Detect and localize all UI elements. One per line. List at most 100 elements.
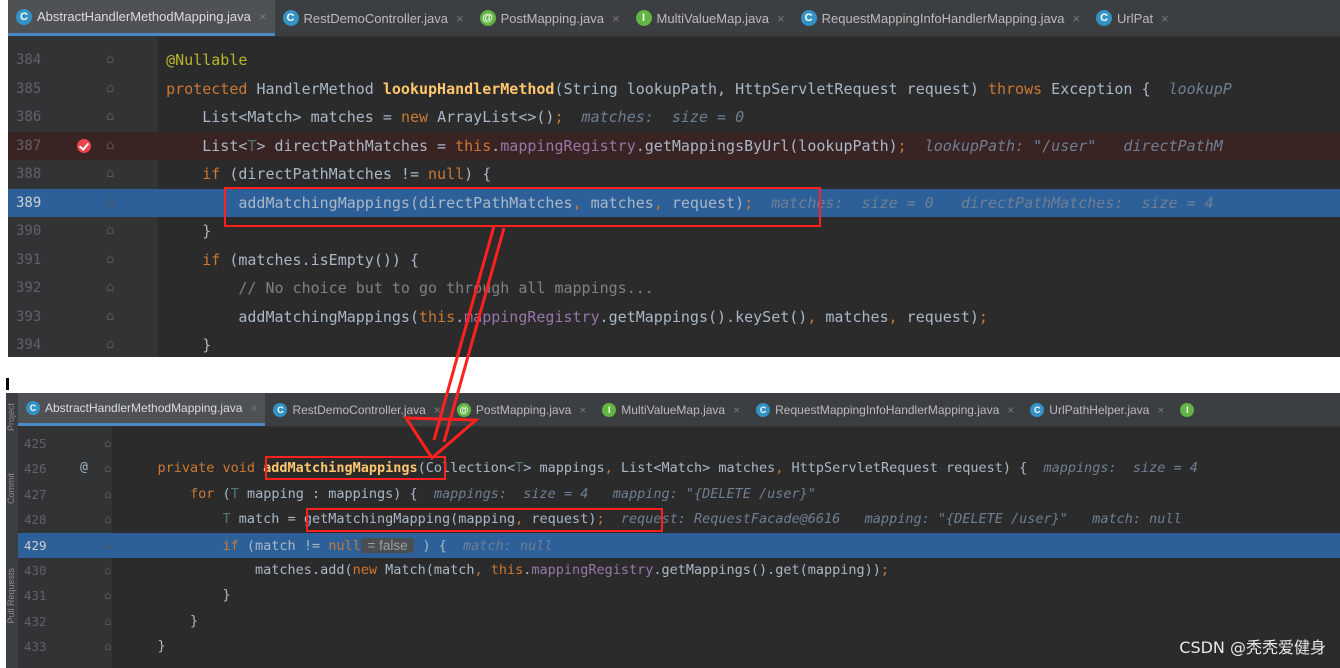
- line-number[interactable]: 432: [24, 609, 47, 634]
- line-number[interactable]: 430: [24, 558, 47, 583]
- fold-marker-icon[interactable]: ⌂: [104, 583, 111, 608]
- line-number[interactable]: 428: [24, 507, 47, 532]
- code-token: Exception {: [1051, 79, 1169, 98]
- file-type-icon: I: [602, 402, 617, 417]
- tab-overflow[interactable]: I: [1172, 393, 1207, 426]
- code-line[interactable]: 387 ⌂ List<T> directPathMatches = this.ma…: [8, 131, 1340, 161]
- code-token: }: [130, 222, 212, 240]
- tab-requestmappinginfohandlermapping[interactable]: C RequestMappingInfoHandlerMapping.java ×: [748, 393, 1022, 426]
- close-icon[interactable]: ×: [1157, 403, 1164, 417]
- fold-marker-icon[interactable]: ⌂: [104, 558, 111, 583]
- close-icon[interactable]: ×: [1161, 11, 1169, 26]
- code-token: }: [130, 336, 212, 354]
- fold-marker-icon[interactable]: ⌂: [106, 75, 114, 104]
- code-line[interactable]: 392 ⌂ // No choice but to go through all …: [8, 274, 1340, 303]
- fold-marker-icon[interactable]: ⌂: [104, 431, 111, 456]
- line-number[interactable]: 391: [16, 246, 41, 275]
- fold-marker-icon[interactable]: ⌂: [106, 132, 114, 161]
- tab-urlpathhelper[interactable]: C UrlPathHelper.java ×: [1022, 393, 1172, 426]
- line-number[interactable]: 384: [16, 46, 41, 75]
- code-line[interactable]: 394 ⌂ }: [8, 331, 1340, 357]
- close-icon[interactable]: ×: [259, 9, 267, 24]
- fold-marker-icon[interactable]: ⌂: [104, 533, 111, 558]
- code-line[interactable]: 425 ⌂: [18, 431, 1340, 456]
- fold-marker-icon[interactable]: ⌂: [104, 634, 111, 659]
- close-icon[interactable]: ×: [777, 11, 785, 26]
- fold-marker-icon[interactable]: ⌂: [106, 274, 114, 303]
- line-number[interactable]: 392: [16, 274, 41, 303]
- code-line[interactable]: 393 ⌂ addMatchingMappings(this.mappingReg…: [8, 303, 1340, 332]
- fold-marker-icon[interactable]: ⌂: [104, 482, 111, 507]
- fold-marker-icon[interactable]: ⌂: [106, 217, 114, 246]
- fold-marker-icon[interactable]: ⌂: [106, 46, 114, 75]
- line-number[interactable]: 434: [24, 660, 47, 668]
- fold-marker-icon[interactable]: ⌂: [104, 507, 111, 532]
- tab-abstracthandlermethodmapping[interactable]: C AbstractHandlerMethodMapping.java ×: [8, 0, 275, 36]
- code-line[interactable]: 390 ⌂ }: [8, 217, 1340, 246]
- close-icon[interactable]: ×: [733, 403, 740, 417]
- fold-marker-icon[interactable]: ⌂: [106, 103, 114, 132]
- close-icon[interactable]: ×: [456, 11, 464, 26]
- code-line[interactable]: 433 ⌂ }: [18, 634, 1340, 659]
- line-number[interactable]: 387: [16, 132, 41, 161]
- tool-window-label[interactable]: Commit: [6, 473, 18, 504]
- line-number[interactable]: 394: [16, 331, 41, 357]
- fold-marker-icon[interactable]: ⌂: [104, 609, 111, 634]
- line-number[interactable]: 426: [24, 456, 47, 481]
- line-number[interactable]: 431: [24, 583, 47, 608]
- close-icon[interactable]: ×: [434, 403, 441, 417]
- line-number[interactable]: 427: [24, 482, 47, 507]
- code-line[interactable]: 427 ⌂ for (T mapping : mappings) { mappin…: [18, 482, 1340, 507]
- line-number[interactable]: 433: [24, 634, 47, 659]
- tab-multivaluemap[interactable]: I MultiValueMap.java ×: [628, 0, 793, 36]
- fold-marker-icon[interactable]: ⌂: [106, 160, 114, 189]
- fold-marker-icon[interactable]: ⌂: [106, 246, 114, 275]
- tool-window-label[interactable]: Project: [6, 403, 18, 431]
- fold-marker-icon[interactable]: ⌂: [106, 331, 114, 357]
- close-icon[interactable]: ×: [1072, 11, 1080, 26]
- close-icon[interactable]: ×: [1007, 403, 1014, 417]
- code-line[interactable]: 434 ⌂: [18, 660, 1340, 668]
- code-line[interactable]: 384 ⌂ @Nullable: [8, 46, 1340, 75]
- debug-value-hint: matches: size = 0: [563, 108, 745, 126]
- override-marker-icon[interactable]: @: [80, 460, 88, 475]
- line-number[interactable]: 425: [24, 431, 47, 456]
- line-number[interactable]: 389: [16, 189, 41, 218]
- code-line[interactable]: 430 ⌂ matches.add(new Match(match, this.m…: [18, 558, 1340, 583]
- line-number[interactable]: 385: [16, 75, 41, 104]
- fold-marker-icon[interactable]: ⌂: [104, 456, 111, 481]
- code-token: HandlerMethod: [256, 79, 383, 98]
- fold-marker-icon[interactable]: ⌂: [104, 660, 111, 668]
- tab-abstracthandlermethodmapping[interactable]: C AbstractHandlerMethodMapping.java ×: [18, 393, 266, 426]
- tab-urlpat[interactable]: C UrlPat ×: [1088, 0, 1177, 36]
- tool-window-label[interactable]: Pull Requests: [6, 568, 18, 624]
- fold-marker-icon[interactable]: ⌂: [106, 189, 114, 218]
- breakpoint-icon[interactable]: [77, 138, 91, 153]
- line-number[interactable]: 429: [24, 533, 47, 558]
- code-line[interactable]: 386 ⌂ List<Match> matches = new ArrayList…: [8, 103, 1340, 132]
- tab-restdemocontroller[interactable]: C RestDemoController.java ×: [265, 393, 448, 426]
- code-line[interactable]: 431 ⌂ }: [18, 583, 1340, 608]
- code-token: ) {: [464, 165, 492, 183]
- tab-restdemocontroller[interactable]: C RestDemoController.java ×: [275, 0, 472, 36]
- code-line[interactable]: 388 ⌂ if (directPathMatches != null) {: [8, 160, 1340, 189]
- fold-marker-icon[interactable]: ⌂: [106, 303, 114, 332]
- line-number[interactable]: 386: [16, 103, 41, 132]
- tab-requestmappinginfohandlermapping[interactable]: C RequestMappingInfoHandlerMapping.java ×: [793, 0, 1088, 36]
- code-line[interactable]: 426 ⌂ private void addMatchingMappings(Co…: [18, 456, 1340, 481]
- code-line[interactable]: 432 ⌂ }: [18, 609, 1340, 634]
- code-line[interactable]: 385 ⌂ protected HandlerMethod lookupHandl…: [8, 75, 1340, 104]
- close-icon[interactable]: ×: [612, 11, 620, 26]
- tab-postmapping[interactable]: @ PostMapping.java ×: [472, 0, 628, 36]
- line-number[interactable]: 393: [16, 303, 41, 332]
- code-line[interactable]: 428 ⌂ T match = getMatchingMapping(mappin…: [18, 507, 1340, 532]
- close-icon[interactable]: ×: [579, 403, 586, 417]
- line-number[interactable]: 388: [16, 160, 41, 189]
- close-icon[interactable]: ×: [250, 401, 257, 415]
- code-line[interactable]: 429 ⌂ if (match != null = false ) { match…: [18, 532, 1340, 558]
- tab-postmapping[interactable]: @ PostMapping.java ×: [449, 393, 594, 426]
- line-number[interactable]: 390: [16, 217, 41, 246]
- tab-multivaluemap[interactable]: I MultiValueMap.java ×: [594, 393, 748, 426]
- code-line[interactable]: 389 ⌂ addMatchingMappings(directPathMatch…: [8, 188, 1340, 218]
- code-line[interactable]: 391 ⌂ if (matches.isEmpty()) {: [8, 246, 1340, 275]
